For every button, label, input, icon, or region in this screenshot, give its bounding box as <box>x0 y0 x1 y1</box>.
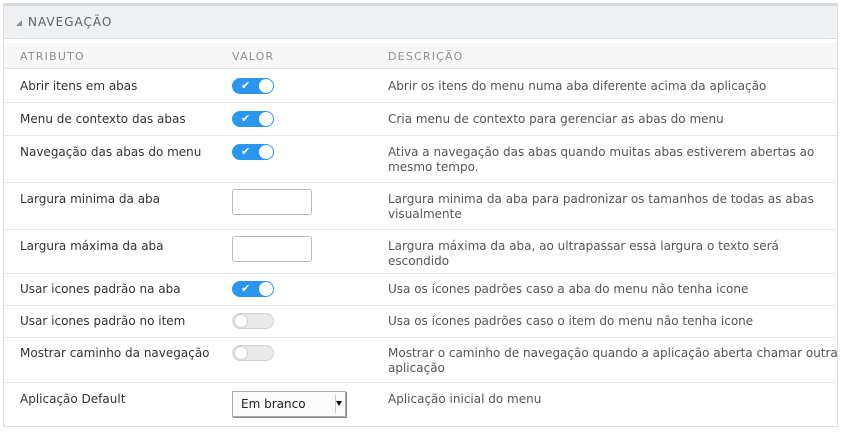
column-header-description: DESCRIÇÃO <box>388 50 464 63</box>
setting-label: Abrir itens em abas <box>20 79 138 93</box>
setting-label: Navegação das abas do menu <box>20 145 202 159</box>
min-tab-width-input[interactable] <box>232 189 312 215</box>
setting-description: Mostrar o caminho de navegação quando a … <box>388 346 838 375</box>
setting-row-default-application: Aplicação Default Em branco Aplicação in… <box>4 383 837 426</box>
show-breadcrumb-toggle[interactable] <box>232 345 274 361</box>
caret-collapse-icon[interactable] <box>16 20 22 26</box>
select-value: Em branco <box>241 397 306 411</box>
setting-label: Largura minima da aba <box>20 192 161 206</box>
setting-description: Usa os ícones padrões caso a aba do menu… <box>388 282 749 296</box>
default-icons-item-toggle[interactable] <box>232 313 274 329</box>
setting-label: Largura máxima da aba <box>20 239 164 253</box>
column-header-attribute: ATRIBUTO <box>20 50 85 63</box>
setting-description: Aplicação inicial do menu <box>388 392 542 406</box>
setting-row-default-icons-tab: Usar icones padrão na aba ✔ Usa os ícone… <box>4 274 837 306</box>
setting-row-min-tab-width: Largura minima da aba Largura minima da … <box>4 183 837 230</box>
navigation-settings-panel: NAVEGAÇÃO ATRIBUTO VALOR DESCRIÇÃO Abrir… <box>3 3 838 427</box>
section-title: NAVEGAÇÃO <box>28 15 113 29</box>
dropdown-arrow-icon <box>336 401 342 406</box>
setting-row-max-tab-width: Largura máxima da aba Largura máxima da … <box>4 230 837 274</box>
checkmark-icon: ✔ <box>241 282 251 295</box>
setting-row-show-breadcrumb: Mostrar caminho da navegação Mostrar o c… <box>4 338 838 383</box>
section-header[interactable]: NAVEGAÇÃO <box>4 3 837 39</box>
setting-row-default-icons-item: Usar icones padrão no item Usa os ícones… <box>4 306 837 338</box>
setting-row-tab-navigation: Navegação das abas do menu ✔ Ativa a nav… <box>4 136 837 183</box>
column-header-value: VALOR <box>232 50 275 63</box>
setting-description: Ativa a navegação das abas quando muitas… <box>388 145 815 174</box>
default-icons-tab-toggle[interactable]: ✔ <box>232 281 274 297</box>
setting-description: Abrir os itens do menu numa aba diferent… <box>388 79 767 93</box>
tab-navigation-toggle[interactable]: ✔ <box>232 144 274 160</box>
setting-description: Usa os ícones padrões caso o item do men… <box>388 314 754 328</box>
setting-label: Usar icones padrão na aba <box>20 282 181 296</box>
checkmark-icon: ✔ <box>241 79 251 92</box>
checkmark-icon: ✔ <box>241 145 251 158</box>
setting-label: Menu de contexto das abas <box>20 112 186 126</box>
setting-label: Usar icones padrão no item <box>20 314 186 328</box>
column-headers: ATRIBUTO VALOR DESCRIÇÃO <box>4 43 837 69</box>
max-tab-width-input[interactable] <box>232 236 312 262</box>
setting-row-tab-context-menu: Menu de contexto das abas ✔ Cria menu de… <box>4 103 837 136</box>
setting-description: Cria menu de contexto para gerenciar as … <box>388 112 724 126</box>
open-in-tabs-toggle[interactable]: ✔ <box>232 78 274 94</box>
setting-label: Mostrar caminho da navegação <box>20 346 210 360</box>
tab-context-menu-toggle[interactable]: ✔ <box>232 111 274 127</box>
checkmark-icon: ✔ <box>241 112 251 125</box>
setting-label: Aplicação Default <box>20 392 126 406</box>
setting-description: Largura minima da aba para padronizar os… <box>388 192 814 221</box>
setting-description: Largura máxima da aba, ao ultrapassar es… <box>388 239 779 268</box>
default-application-select[interactable]: Em branco <box>232 391 346 417</box>
setting-row-open-in-tabs: Abrir itens em abas ✔ Abrir os itens do … <box>4 69 837 103</box>
